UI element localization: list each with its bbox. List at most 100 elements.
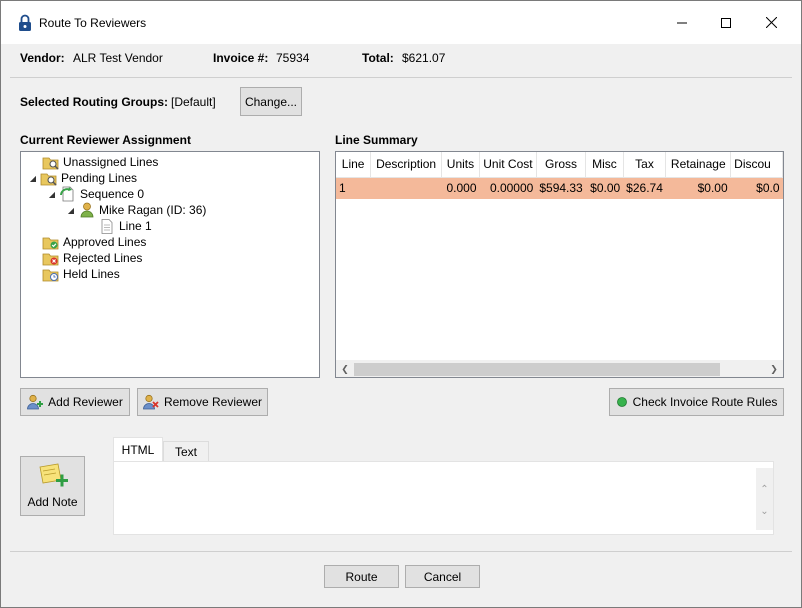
tree-node-label: Rejected Lines	[63, 251, 143, 265]
tree-node-sequence-0[interactable]: ◢ Sequence 0	[47, 186, 144, 202]
close-button[interactable]	[748, 1, 794, 44]
close-icon	[765, 17, 777, 28]
column-header[interactable]: Tax	[623, 152, 667, 178]
status-dot-icon	[616, 396, 628, 408]
change-routing-button[interactable]: Change...	[240, 87, 302, 116]
cancel-label: Cancel	[423, 569, 462, 584]
column-header[interactable]: Gross	[536, 152, 587, 178]
add-note-icon	[37, 463, 69, 492]
scroll-down-icon[interactable]: ⌄	[756, 504, 773, 520]
tree-expander-expanded[interactable]: ◢	[47, 190, 57, 199]
add-user-icon	[27, 394, 44, 410]
tree-node-approved[interactable]: Approved Lines	[30, 234, 146, 250]
tree-node-pending[interactable]: ◢ Pending Lines	[28, 170, 137, 186]
tree-node-label: Approved Lines	[63, 235, 147, 249]
header-divider	[10, 77, 792, 78]
tree-node-label: Pending Lines	[61, 171, 138, 185]
tree-node-label: Sequence 0	[80, 187, 145, 201]
add-note-button[interactable]: Add Note	[20, 456, 85, 516]
vendor-value: ALR Test Vendor	[73, 51, 163, 65]
table-cell: 0.000	[441, 177, 480, 199]
column-header[interactable]: Unit Cost	[479, 152, 537, 178]
column-header[interactable]: Units	[441, 152, 481, 178]
line-summary-grid[interactable]: Line Description Units Unit Cost Gross M…	[335, 151, 784, 378]
tree-node-label: Unassigned Lines	[63, 155, 159, 169]
tab-text-label: Text	[174, 445, 197, 459]
footer-divider	[10, 551, 792, 552]
tab-html[interactable]: HTML	[113, 437, 163, 462]
tree-node-unassigned[interactable]: Unassigned Lines	[30, 154, 158, 170]
scroll-right-icon[interactable]: ❯	[766, 362, 782, 377]
note-editor[interactable]: ⌃ ⌄	[113, 461, 774, 535]
add-reviewer-button[interactable]: Add Reviewer	[20, 388, 130, 416]
remove-reviewer-button[interactable]: Remove Reviewer	[137, 388, 268, 416]
change-routing-label: Change...	[244, 94, 298, 109]
routing-groups-value: [Default]	[171, 95, 216, 109]
table-cell: $0.00	[665, 177, 731, 199]
tree-node-rejected[interactable]: Rejected Lines	[30, 250, 142, 266]
maximize-icon	[721, 17, 731, 28]
document-icon	[98, 218, 116, 234]
tab-text[interactable]: Text	[163, 441, 209, 462]
table-cell: $0.0	[730, 177, 783, 199]
total-value: $621.07	[402, 51, 446, 65]
column-header[interactable]: Discou	[730, 152, 783, 178]
tree-expander-expanded[interactable]: ◢	[66, 206, 76, 215]
folder-reject-icon	[42, 250, 60, 266]
table-cell: 0.00000	[479, 177, 537, 199]
table-cell	[370, 177, 442, 199]
folder-check-icon	[42, 234, 60, 250]
title-bar[interactable]: Route To Reviewers	[1, 1, 801, 44]
column-header[interactable]: Description	[370, 152, 442, 178]
reviewer-tree[interactable]: Unassigned Lines ◢ Pending Lines ◢ Seque…	[20, 151, 320, 378]
table-cell: $0.00	[585, 177, 624, 199]
tree-node-line-1[interactable]: Line 1	[86, 218, 152, 234]
scrollbar-thumb[interactable]	[354, 363, 720, 376]
tree-node-label: Held Lines	[63, 267, 120, 281]
tree-node-label: Line 1	[119, 219, 152, 233]
table-cell: $26.74	[623, 177, 666, 199]
folder-search-icon	[40, 170, 58, 186]
route-label: Route	[345, 569, 378, 584]
line-summary-table: Line Description Units Unit Cost Gross M…	[336, 152, 783, 199]
scroll-up-icon[interactable]: ⌃	[756, 482, 773, 498]
folder-clock-icon	[42, 266, 60, 282]
cancel-button[interactable]: Cancel	[405, 565, 480, 588]
vertical-scrollbar[interactable]: ⌃ ⌄	[756, 468, 773, 530]
reviewer-assignment-label: Current Reviewer Assignment	[20, 133, 191, 147]
scroll-left-icon[interactable]: ❮	[337, 362, 353, 377]
table-row[interactable]: 1 0.000 0.00000 $594.33 $0.00 $26.74 $0.…	[336, 177, 783, 199]
horizontal-scrollbar[interactable]: ❮ ❯	[336, 360, 783, 377]
tree-node-held[interactable]: Held Lines	[30, 266, 120, 282]
routing-groups-label: Selected Routing Groups:	[20, 95, 169, 109]
grid-header-row: Line Description Units Unit Cost Gross M…	[336, 152, 783, 178]
column-header[interactable]: Retainage	[665, 152, 732, 178]
check-route-rules-label: Check Invoice Route Rules	[632, 395, 778, 409]
column-header[interactable]: Misc	[585, 152, 624, 178]
window-title: Route To Reviewers	[39, 16, 147, 30]
remove-user-icon	[143, 394, 159, 410]
check-route-rules-button[interactable]: Check Invoice Route Rules	[609, 388, 784, 416]
folder-search-icon	[42, 154, 60, 170]
remove-reviewer-label: Remove Reviewer	[163, 395, 263, 409]
sequence-icon	[59, 186, 77, 202]
vendor-label: Vendor:	[20, 51, 65, 65]
tree-node-label: Mike Ragan (ID: 36)	[99, 203, 207, 217]
maximize-button[interactable]	[703, 1, 749, 44]
route-button[interactable]: Route	[324, 565, 399, 588]
minimize-button[interactable]	[659, 1, 705, 44]
table-cell: $594.33	[536, 177, 586, 199]
column-header[interactable]: Line	[336, 152, 372, 178]
user-icon	[78, 202, 96, 218]
invoice-value: 75934	[276, 51, 310, 65]
add-note-label: Add Note	[27, 495, 78, 509]
table-cell: 1	[336, 177, 371, 199]
lock-icon	[19, 14, 31, 31]
line-summary-label: Line Summary	[335, 133, 418, 147]
tree-node-reviewer[interactable]: ◢ Mike Ragan (ID: 36)	[66, 202, 206, 218]
tree-expander-expanded[interactable]: ◢	[28, 174, 38, 183]
grid-viewport: Line Description Units Unit Cost Gross M…	[336, 152, 783, 360]
minimize-icon	[677, 22, 687, 23]
tab-html-label: HTML	[121, 443, 155, 457]
route-to-reviewers-window: Route To Reviewers Vendor: ALR Test Vend…	[0, 0, 802, 608]
